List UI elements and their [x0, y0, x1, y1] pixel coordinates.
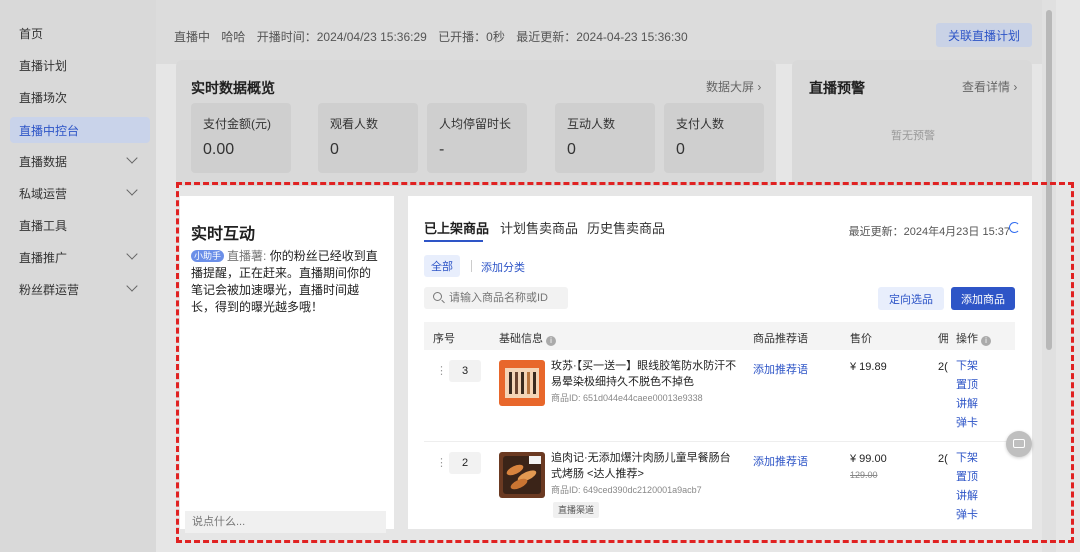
live-status-bar: 直播中 哈哈 开播时间：2024/04/23 15:36:29 已开播：0秒 最…	[156, 0, 1042, 64]
sidebar-item-live-sessions[interactable]: 直播场次	[10, 84, 150, 110]
sidebar-item-private-ops[interactable]: 私域运营	[10, 180, 150, 206]
sidebar-item-label: 直播计划	[19, 58, 68, 73]
sidebar-item-label: 粉丝群运营	[19, 282, 80, 297]
warning-title: 直播预警	[809, 80, 865, 96]
overview-title: 实时数据概览	[191, 80, 275, 96]
sidebar-item-label: 直播数据	[19, 154, 68, 169]
sidebar-item-live-data[interactable]: 直播数据	[10, 148, 150, 174]
chevron-right-icon: ›	[757, 80, 762, 94]
live-warning-card: 直播预警 查看详情 › 暂无预警	[792, 60, 1032, 186]
stat-payers: 支付人数 0	[664, 103, 764, 173]
sidebar-item-home[interactable]: 首页	[10, 20, 150, 46]
sidebar-item-label: 私域运营	[19, 186, 68, 201]
sidebar-item-label: 直播推广	[19, 250, 68, 265]
live-duration: 已开播：0秒	[438, 30, 505, 44]
chevron-down-icon	[126, 280, 138, 292]
live-status-line: 直播中 哈哈 开播时间：2024/04/23 15:36:29 已开播：0秒 最…	[174, 28, 696, 45]
stat-label: 人均停留时长	[439, 117, 512, 131]
stat-label: 观看人数	[330, 117, 379, 131]
view-details-link[interactable]: 查看详情 ›	[962, 78, 1017, 95]
sidebar-item-live-console[interactable]: 直播中控台	[10, 117, 150, 143]
link-live-plan-button[interactable]: 关联直播计划	[935, 23, 1032, 47]
stat-value: 0	[567, 141, 576, 158]
no-warning-text: 暂无预警	[891, 130, 935, 142]
chevron-down-icon	[126, 152, 138, 164]
view-details-label: 查看详情	[962, 80, 1011, 94]
sidebar-item-label: 直播场次	[19, 90, 68, 105]
stat-label: 支付人数	[676, 117, 725, 131]
stat-avg-stay: 人均停留时长 -	[427, 103, 527, 173]
live-status: 直播中	[174, 30, 211, 44]
sidebar: 首页 直播计划 直播场次 直播中控台 直播数据 私域运营 直播工具 直播推广 粉…	[0, 0, 156, 552]
highlight-frame	[176, 182, 1074, 543]
chevron-down-icon	[126, 248, 138, 260]
stat-viewers: 观看人数 0	[318, 103, 418, 173]
stat-label: 互动人数	[567, 117, 616, 131]
sidebar-item-label: 直播工具	[19, 218, 68, 233]
sidebar-item-fan-groups[interactable]: 粉丝群运营	[10, 276, 150, 302]
last-update: 最近更新：2024-04-23 15:36:30	[516, 30, 688, 44]
sidebar-item-live-promo[interactable]: 直播推广	[10, 244, 150, 270]
stat-value: -	[439, 141, 445, 158]
stat-value: 0	[330, 141, 339, 158]
sidebar-item-label: 直播中控台	[19, 123, 80, 138]
stat-payment-amount: 支付金额(元) 0.00	[191, 103, 291, 173]
stat-value: 0.00	[203, 141, 235, 158]
sidebar-item-label: 首页	[19, 26, 44, 41]
stat-label: 支付金额(元)	[203, 117, 271, 131]
data-screen-link-label: 数据大屏	[706, 80, 755, 94]
streamer-name: 哈哈	[221, 30, 246, 44]
data-screen-link[interactable]: 数据大屏 ›	[706, 78, 761, 95]
sidebar-item-live-tools[interactable]: 直播工具	[10, 212, 150, 238]
start-time: 开播时间：2024/04/23 15:36:29	[256, 30, 427, 44]
chevron-down-icon	[126, 184, 138, 196]
chevron-right-icon: ›	[1013, 80, 1018, 94]
stat-value: 0	[676, 141, 685, 158]
sidebar-item-live-plan[interactable]: 直播计划	[10, 52, 150, 78]
stat-interactions: 互动人数 0	[555, 103, 655, 173]
